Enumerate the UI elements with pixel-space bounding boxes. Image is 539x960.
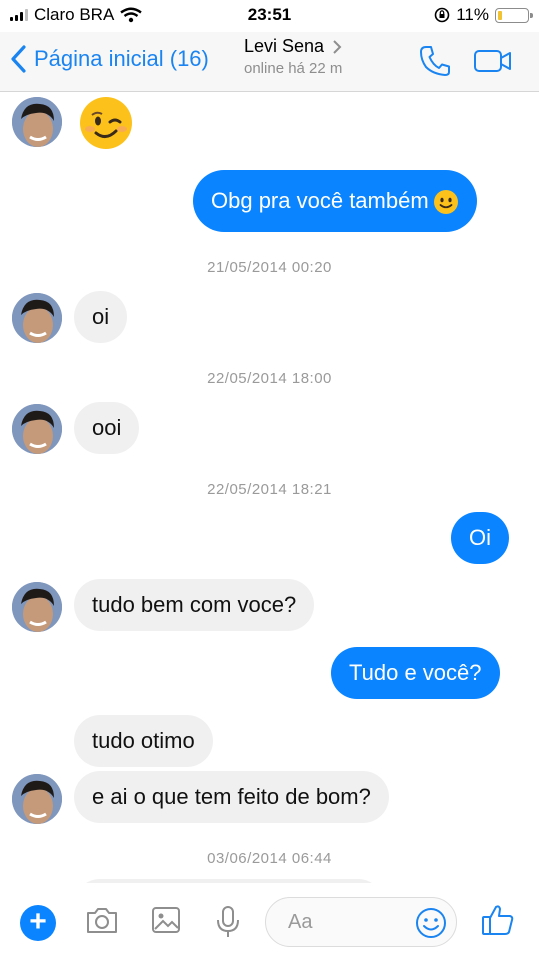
winking-face-emoji <box>80 97 132 149</box>
contact-status: online há 22 m <box>244 60 343 77</box>
timestamp: 22/05/2014 18:00 <box>207 370 332 387</box>
battery-icon <box>495 7 533 23</box>
avatar[interactable] <box>12 774 62 824</box>
message-text: Tudo e você? <box>349 660 482 685</box>
incoming-message[interactable]: oi <box>74 291 128 343</box>
phone-call-icon[interactable] <box>418 44 452 78</box>
avatar[interactable] <box>12 293 62 343</box>
message-text: Oi <box>469 525 491 550</box>
chevron-left-icon <box>11 45 26 73</box>
message-thread[interactable]: Obg pra você também 21/05/2014 00:20 oi … <box>0 93 539 883</box>
chevron-right-icon <box>333 39 342 54</box>
timestamp: 03/06/2014 06:44 <box>207 850 332 867</box>
microphone-icon[interactable] <box>215 905 241 939</box>
add-button[interactable]: + <box>20 905 56 941</box>
timestamp: 21/05/2014 00:20 <box>207 259 332 276</box>
contact-info[interactable]: Levi Sena online há 22 m <box>244 36 342 77</box>
message-input[interactable]: Aa <box>265 897 457 947</box>
back-label: Página inicial (16) <box>34 46 209 71</box>
message-text: oi <box>92 304 110 329</box>
avatar[interactable] <box>12 97 62 147</box>
composer-bar: + Aa <box>0 883 539 960</box>
back-button[interactable]: Página inicial (16) <box>10 44 209 74</box>
gallery-icon[interactable] <box>151 905 181 935</box>
slight-smile-emoji <box>433 190 458 215</box>
camera-icon[interactable] <box>85 905 119 935</box>
outgoing-message[interactable]: Tudo e você? <box>331 647 500 699</box>
battery-percent: 11% <box>456 5 489 24</box>
message-input-placeholder: Aa <box>288 911 313 933</box>
incoming-message[interactable]: tudo bem com voce? <box>74 579 315 631</box>
incoming-message[interactable]: ooi <box>74 402 140 454</box>
message-text: e ai o que tem feito de bom? <box>92 784 371 809</box>
message-text: tudo otimo <box>92 728 195 753</box>
contact-name: Levi Sena <box>244 36 325 56</box>
rotation-lock-icon <box>434 7 450 23</box>
outgoing-message[interactable]: Obg pra você também <box>193 170 477 232</box>
avatar[interactable] <box>12 404 62 454</box>
emoji-picker-icon[interactable] <box>414 906 448 940</box>
video-call-icon[interactable] <box>473 48 513 74</box>
outgoing-message[interactable]: Oi <box>451 512 509 564</box>
status-right: 11% <box>434 5 533 25</box>
status-bar: Claro BRA 23:51 11% <box>0 0 539 32</box>
message-text: ooi <box>92 415 122 440</box>
conversation-header: Página inicial (16) Levi Sena online há … <box>0 32 539 92</box>
avatar[interactable] <box>12 582 62 632</box>
timestamp: 22/05/2014 18:21 <box>207 481 332 498</box>
message-text: Obg pra você também <box>211 188 429 213</box>
message-text: tudo bem com voce? <box>92 592 297 617</box>
like-thumbs-up-icon[interactable] <box>480 902 516 938</box>
incoming-message[interactable]: e ai o que tem feito de bom? <box>74 771 389 823</box>
incoming-message[interactable]: tudo otimo <box>74 715 213 767</box>
